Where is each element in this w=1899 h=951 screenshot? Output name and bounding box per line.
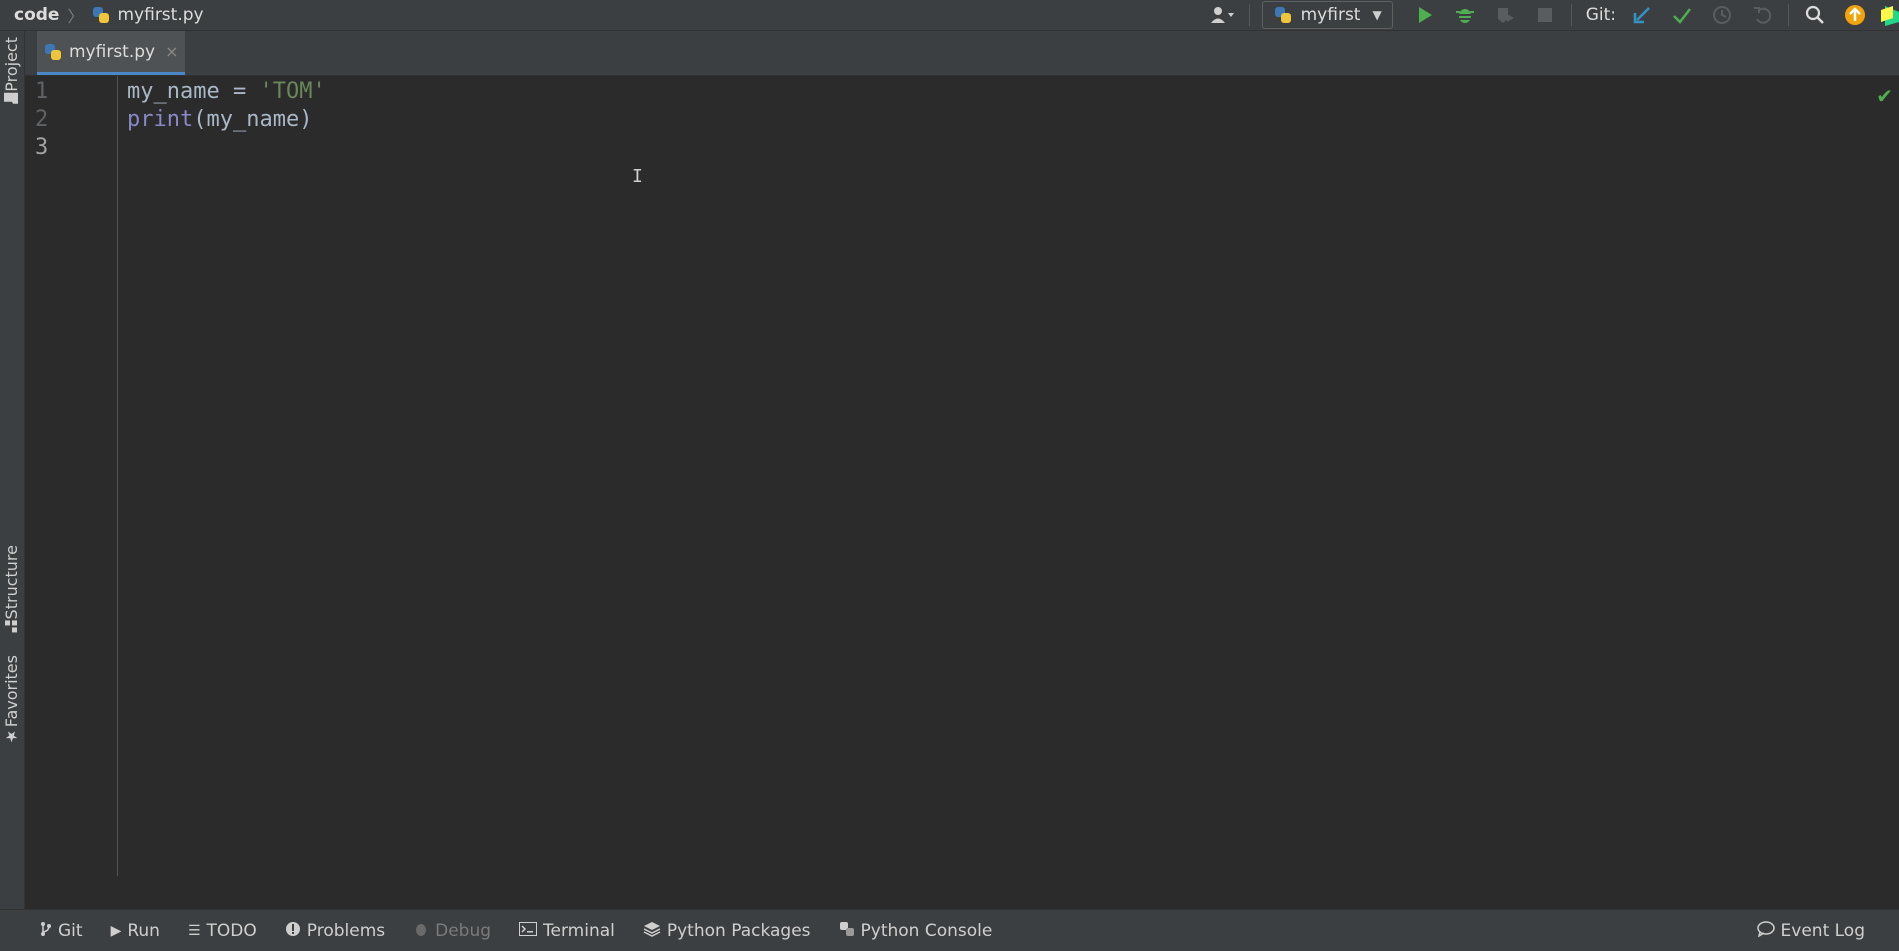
folder-icon: [3, 92, 21, 106]
structure-tool-label: Structure: [2, 545, 21, 620]
play-icon: ▶: [110, 922, 122, 939]
chevron-down-icon: ▼: [1372, 8, 1382, 22]
favorites-tool-label: Favorites: [2, 655, 21, 728]
breadcrumb-separator-icon: 〉: [67, 7, 84, 26]
code-line-2[interactable]: print(my_name): [127, 107, 312, 132]
python-console-icon: [839, 921, 855, 941]
line-number: 2: [35, 107, 49, 132]
run-tool-button[interactable]: ▶ Run: [111, 921, 160, 941]
ide-logo-icon[interactable]: [1881, 1, 1899, 29]
python-console-tool-label: Python Console: [860, 920, 993, 941]
python-packages-tool-button[interactable]: Python Packages: [643, 921, 811, 941]
breadcrumb-file[interactable]: myfirst.py: [117, 5, 203, 25]
bottom-tool-bar: Git ▶ Run ☰ TODO Problems Debug Terminal…: [0, 909, 1899, 951]
search-icon[interactable]: [1801, 1, 1829, 29]
breadcrumb-root[interactable]: code: [14, 5, 59, 25]
git-history-icon[interactable]: [1708, 1, 1736, 29]
run-configuration-select[interactable]: myfirst ▼: [1261, 1, 1393, 29]
left-tool-stripe: Project Structure ★ Favorites: [0, 31, 25, 909]
tab-myfirst-py[interactable]: myfirst.py ×: [37, 31, 185, 75]
stop-icon[interactable]: [1531, 1, 1559, 29]
code-editor[interactable]: 1 2 3 my_name = 'TOM' print(my_name) ✔ I: [25, 76, 1899, 909]
problems-tool-label: Problems: [306, 920, 386, 941]
python-file-icon: [91, 5, 111, 25]
call-arguments: (my_name): [193, 107, 313, 132]
git-commit-icon[interactable]: [1668, 1, 1696, 29]
speech-bubble-icon: [1756, 920, 1775, 941]
git-update-icon[interactable]: [1628, 1, 1656, 29]
run-configuration-label: myfirst: [1300, 5, 1361, 25]
problems-tool-button[interactable]: Problems: [285, 921, 385, 941]
user-icon[interactable]: [1209, 1, 1237, 29]
updates-icon[interactable]: [1841, 1, 1869, 29]
python-icon: [1273, 5, 1293, 25]
coverage-icon[interactable]: [1491, 1, 1519, 29]
python-packages-tool-label: Python Packages: [666, 920, 811, 941]
toolbar-divider: [1248, 4, 1250, 26]
debug-icon[interactable]: [1451, 1, 1479, 29]
line-number-gutter: 1 2 3: [25, 76, 118, 876]
code-line-1[interactable]: my_name = 'TOM': [127, 79, 326, 104]
packages-icon: [643, 921, 661, 941]
toolbar-right: myfirst ▼ Git:: [1203, 0, 1899, 30]
toolbar-divider: [1788, 4, 1789, 26]
bug-icon: [413, 921, 429, 941]
debug-tool-button[interactable]: Debug: [413, 921, 491, 941]
event-log-label: Event Log: [1780, 920, 1865, 941]
toolbar-divider: [1570, 4, 1572, 26]
git-tool-button[interactable]: Git: [40, 921, 83, 941]
line-number-current: 3: [35, 135, 49, 160]
run-icon[interactable]: [1411, 1, 1439, 29]
todo-tool-label: TODO: [206, 920, 257, 941]
navigation-bar: code 〉 myfirst.py myfirst ▼ Git:: [0, 0, 1899, 31]
star-icon: ★: [2, 727, 21, 746]
string-literal: 'TOM': [259, 79, 326, 104]
event-log-area: Event Log: [1756, 910, 1865, 951]
problems-icon: [285, 921, 301, 941]
inspection-ok-icon[interactable]: ✔: [1876, 84, 1893, 108]
terminal-tool-button[interactable]: Terminal: [519, 921, 615, 941]
event-log-button[interactable]: Event Log: [1756, 920, 1865, 941]
git-label: Git:: [1585, 5, 1616, 25]
git-rollback-icon[interactable]: [1748, 1, 1776, 29]
todo-tool-button[interactable]: ☰ TODO: [188, 921, 257, 941]
git-tool-label: Git: [58, 920, 83, 941]
favorites-tool-button[interactable]: ★ Favorites: [2, 655, 21, 751]
terminal-tool-label: Terminal: [543, 920, 615, 941]
debug-tool-label: Debug: [435, 920, 492, 941]
line-number: 1: [35, 79, 49, 104]
structure-icon: [3, 619, 21, 633]
operator: =: [219, 79, 260, 104]
project-tool-button[interactable]: Project: [2, 37, 21, 112]
builtin-function: print: [127, 107, 194, 132]
python-console-tool-button[interactable]: Python Console: [839, 920, 993, 941]
run-tool-label: Run: [127, 920, 160, 941]
text-cursor-icon: I: [632, 166, 643, 187]
editor-tab-bar: myfirst.py ×: [25, 31, 1899, 76]
identifier: my_name: [127, 79, 220, 104]
tab-label: myfirst.py: [69, 41, 156, 62]
terminal-icon: [519, 921, 538, 940]
project-tool-label: Project: [2, 37, 21, 92]
breadcrumb: code 〉 myfirst.py: [0, 0, 204, 30]
close-icon[interactable]: ×: [165, 42, 178, 61]
git-branch-icon: [40, 921, 52, 941]
structure-tool-button[interactable]: Structure: [2, 545, 21, 639]
list-icon: ☰: [187, 922, 201, 939]
python-file-icon: [43, 42, 63, 62]
